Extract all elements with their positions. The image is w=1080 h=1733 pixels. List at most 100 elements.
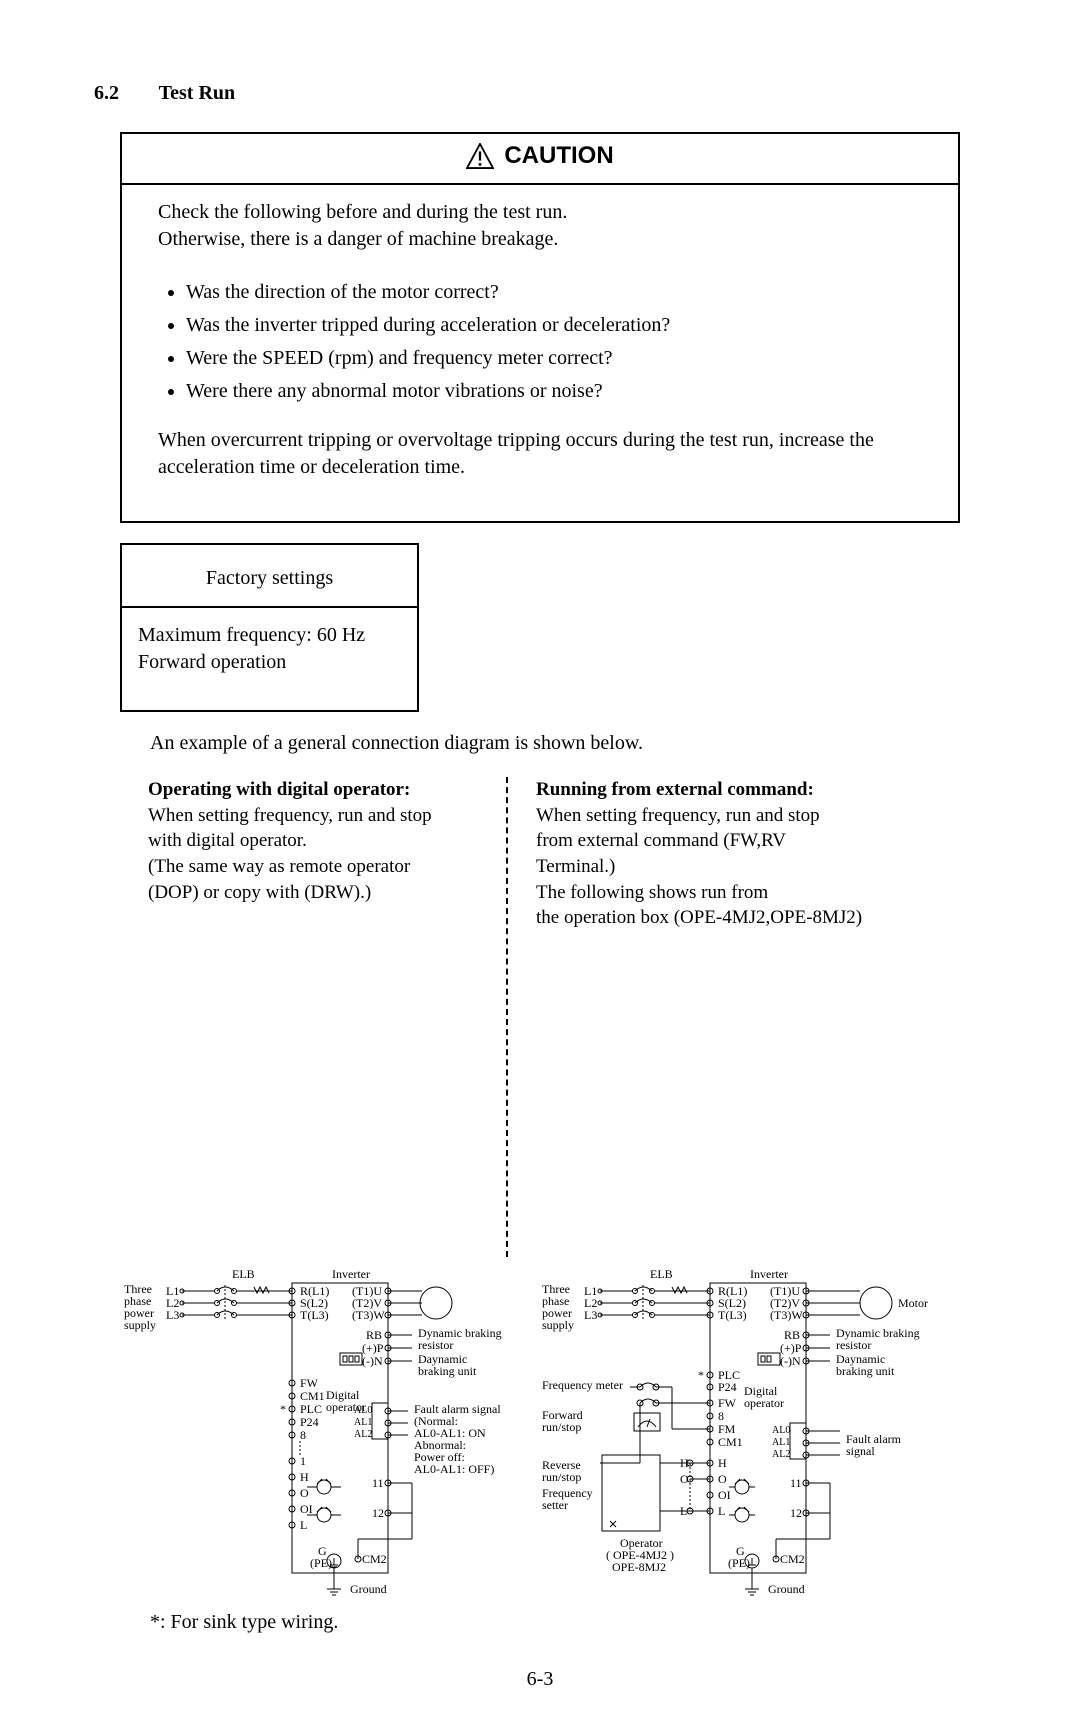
svg-text:ELB: ELB xyxy=(650,1267,673,1281)
footnote: *: For sink type wiring. xyxy=(150,1609,990,1636)
caution-intro-2: Otherwise, there is a danger of machine … xyxy=(158,226,928,253)
svg-text:braking unit: braking unit xyxy=(418,1364,477,1378)
page-number: 6-3 xyxy=(90,1666,990,1693)
svg-text:O: O xyxy=(300,1486,309,1500)
svg-text:Frequencysetter: Frequencysetter xyxy=(542,1486,593,1512)
svg-text:Inverter: Inverter xyxy=(332,1267,370,1281)
svg-text:*: * xyxy=(698,1368,704,1382)
svg-text:(+)P: (+)P xyxy=(780,1341,802,1355)
factory-heading: Factory settings xyxy=(122,545,417,608)
svg-text:L: L xyxy=(718,1504,725,1518)
svg-text:Reverserun/stop: Reverserun/stop xyxy=(542,1458,581,1484)
svg-text:Operator ( OPE-4MJ2 ): Operator ( OPE-4MJ2 ) OPE-8MJ2 xyxy=(606,1536,677,1574)
svg-text:Ground: Ground xyxy=(768,1582,805,1596)
svg-text:resistor: resistor xyxy=(836,1338,871,1352)
factory-line-2: Forward operation xyxy=(138,649,417,676)
vertical-separator xyxy=(506,777,508,1257)
svg-text:AL1: AL1 xyxy=(772,1437,790,1448)
svg-text:12: 12 xyxy=(372,1506,384,1520)
svg-text:resistor: resistor xyxy=(418,1338,453,1352)
svg-text:AL2: AL2 xyxy=(354,1429,372,1440)
caution-header: CAUTION xyxy=(122,134,958,185)
factory-settings-box: Factory settings Maximum frequency: 60 H… xyxy=(120,543,419,712)
svg-text:Digital operator: Digital operator xyxy=(744,1384,784,1410)
bullet-item: Was the direction of the motor correct? xyxy=(186,279,928,306)
two-column-text: Operating with digital operator: When se… xyxy=(148,777,990,1257)
section-number: 6.2 xyxy=(94,80,154,107)
right-l1: When setting frequency, run and stop xyxy=(536,803,866,829)
svg-text:AL0-AL1: OFF): AL0-AL1: OFF) xyxy=(414,1462,494,1476)
svg-text:Fault alarmsignal: Fault alarmsignal xyxy=(846,1432,902,1458)
connection-diagrams: Three phase power supply L1 L2 L3 ELB xyxy=(122,1263,990,1603)
svg-text:T(L3): T(L3) xyxy=(718,1308,747,1322)
right-connection-diagram: Three phase power supply L1 L2 L3 ELB xyxy=(540,1263,990,1603)
svg-text:P24: P24 xyxy=(718,1380,737,1394)
svg-text:11: 11 xyxy=(372,1476,384,1490)
svg-text:8: 8 xyxy=(300,1428,306,1442)
left-connection-diagram: Three phase power supply L1 L2 L3 ELB xyxy=(122,1263,536,1603)
svg-text:CM1: CM1 xyxy=(300,1389,325,1403)
left-l2: with digital operator. xyxy=(148,828,478,854)
svg-text:Motor: Motor xyxy=(898,1296,928,1310)
svg-text:FW: FW xyxy=(718,1396,737,1410)
right-l3: The following shows run from xyxy=(536,880,866,906)
svg-text:Forwardrun/stop: Forwardrun/stop xyxy=(542,1408,583,1434)
section-heading: 6.2 Test Run xyxy=(94,80,990,107)
caution-label: CAUTION xyxy=(504,140,613,172)
svg-text:ELB: ELB xyxy=(232,1267,255,1281)
right-heading: Running from external command: xyxy=(536,777,866,803)
left-column: Operating with digital operator: When se… xyxy=(148,777,478,1257)
caution-outro: When overcurrent tripping or overvoltage… xyxy=(158,427,928,481)
svg-text:O: O xyxy=(680,1472,689,1486)
svg-text:L: L xyxy=(300,1518,307,1532)
svg-text:Three phase po: Three phase power supply xyxy=(542,1282,575,1332)
warning-triangle-icon xyxy=(466,143,494,169)
svg-text:RB: RB xyxy=(366,1328,382,1342)
svg-text:CM2: CM2 xyxy=(780,1552,805,1566)
svg-text:P24: P24 xyxy=(300,1415,319,1429)
svg-text:(PE): (PE) xyxy=(728,1556,750,1570)
svg-text:1: 1 xyxy=(300,1454,306,1468)
svg-text:FW: FW xyxy=(300,1376,319,1390)
svg-text:braking unit: braking unit xyxy=(836,1364,895,1378)
svg-text:(-)N: (-)N xyxy=(780,1354,801,1368)
bullet-item: Were there any abnormal motor vibrations… xyxy=(186,378,928,405)
bullet-item: Were the SPEED (rpm) and frequency meter… xyxy=(186,345,928,372)
caution-box: CAUTION Check the following before and d… xyxy=(120,132,960,523)
svg-text:CM1: CM1 xyxy=(718,1435,743,1449)
svg-text:8: 8 xyxy=(718,1409,724,1423)
svg-text:Inverter: Inverter xyxy=(750,1267,788,1281)
svg-text:RB: RB xyxy=(784,1328,800,1342)
left-l4: (DOP) or copy with (DRW).) xyxy=(148,880,478,906)
svg-text:(-)N: (-)N xyxy=(362,1354,383,1368)
svg-text:H: H xyxy=(718,1456,727,1470)
right-l2: from external command (FW,RV Terminal.) xyxy=(536,828,866,879)
right-column: Running from external command: When sett… xyxy=(536,777,866,1257)
svg-text:(T3)W: (T3)W xyxy=(352,1308,385,1322)
svg-text:12: 12 xyxy=(790,1506,802,1520)
svg-text:T(L3): T(L3) xyxy=(300,1308,329,1322)
svg-text:11: 11 xyxy=(790,1476,802,1490)
svg-text:AL0: AL0 xyxy=(772,1425,790,1436)
left-heading: Operating with digital operator: xyxy=(148,777,478,803)
svg-text:(PE): (PE) xyxy=(310,1556,332,1570)
left-l3: (The same way as remote operator xyxy=(148,854,478,880)
svg-text:(T3)W: (T3)W xyxy=(770,1308,803,1322)
svg-text:PLC: PLC xyxy=(300,1402,322,1416)
caution-body: Check the following before and during th… xyxy=(122,185,958,521)
svg-text:*: * xyxy=(280,1402,286,1416)
factory-line-1: Maximum frequency: 60 Hz xyxy=(138,622,417,649)
bullet-item: Was the inverter tripped during accelera… xyxy=(186,312,928,339)
svg-text:AL0: AL0 xyxy=(354,1405,372,1416)
svg-text:OI: OI xyxy=(300,1502,313,1516)
svg-text:FM: FM xyxy=(718,1422,736,1436)
svg-text:(+)P: (+)P xyxy=(362,1341,384,1355)
caution-bullets: Was the direction of the motor correct? … xyxy=(158,279,928,405)
svg-text:H: H xyxy=(300,1470,309,1484)
svg-text:OI: OI xyxy=(718,1488,731,1502)
example-line: An example of a general connection diagr… xyxy=(150,730,990,757)
right-l4: the operation box (OPE-4MJ2,OPE-8MJ2) xyxy=(536,905,866,931)
svg-text:AL2: AL2 xyxy=(772,1449,790,1460)
svg-text:L3: L3 xyxy=(166,1308,179,1322)
svg-text:O: O xyxy=(718,1472,727,1486)
